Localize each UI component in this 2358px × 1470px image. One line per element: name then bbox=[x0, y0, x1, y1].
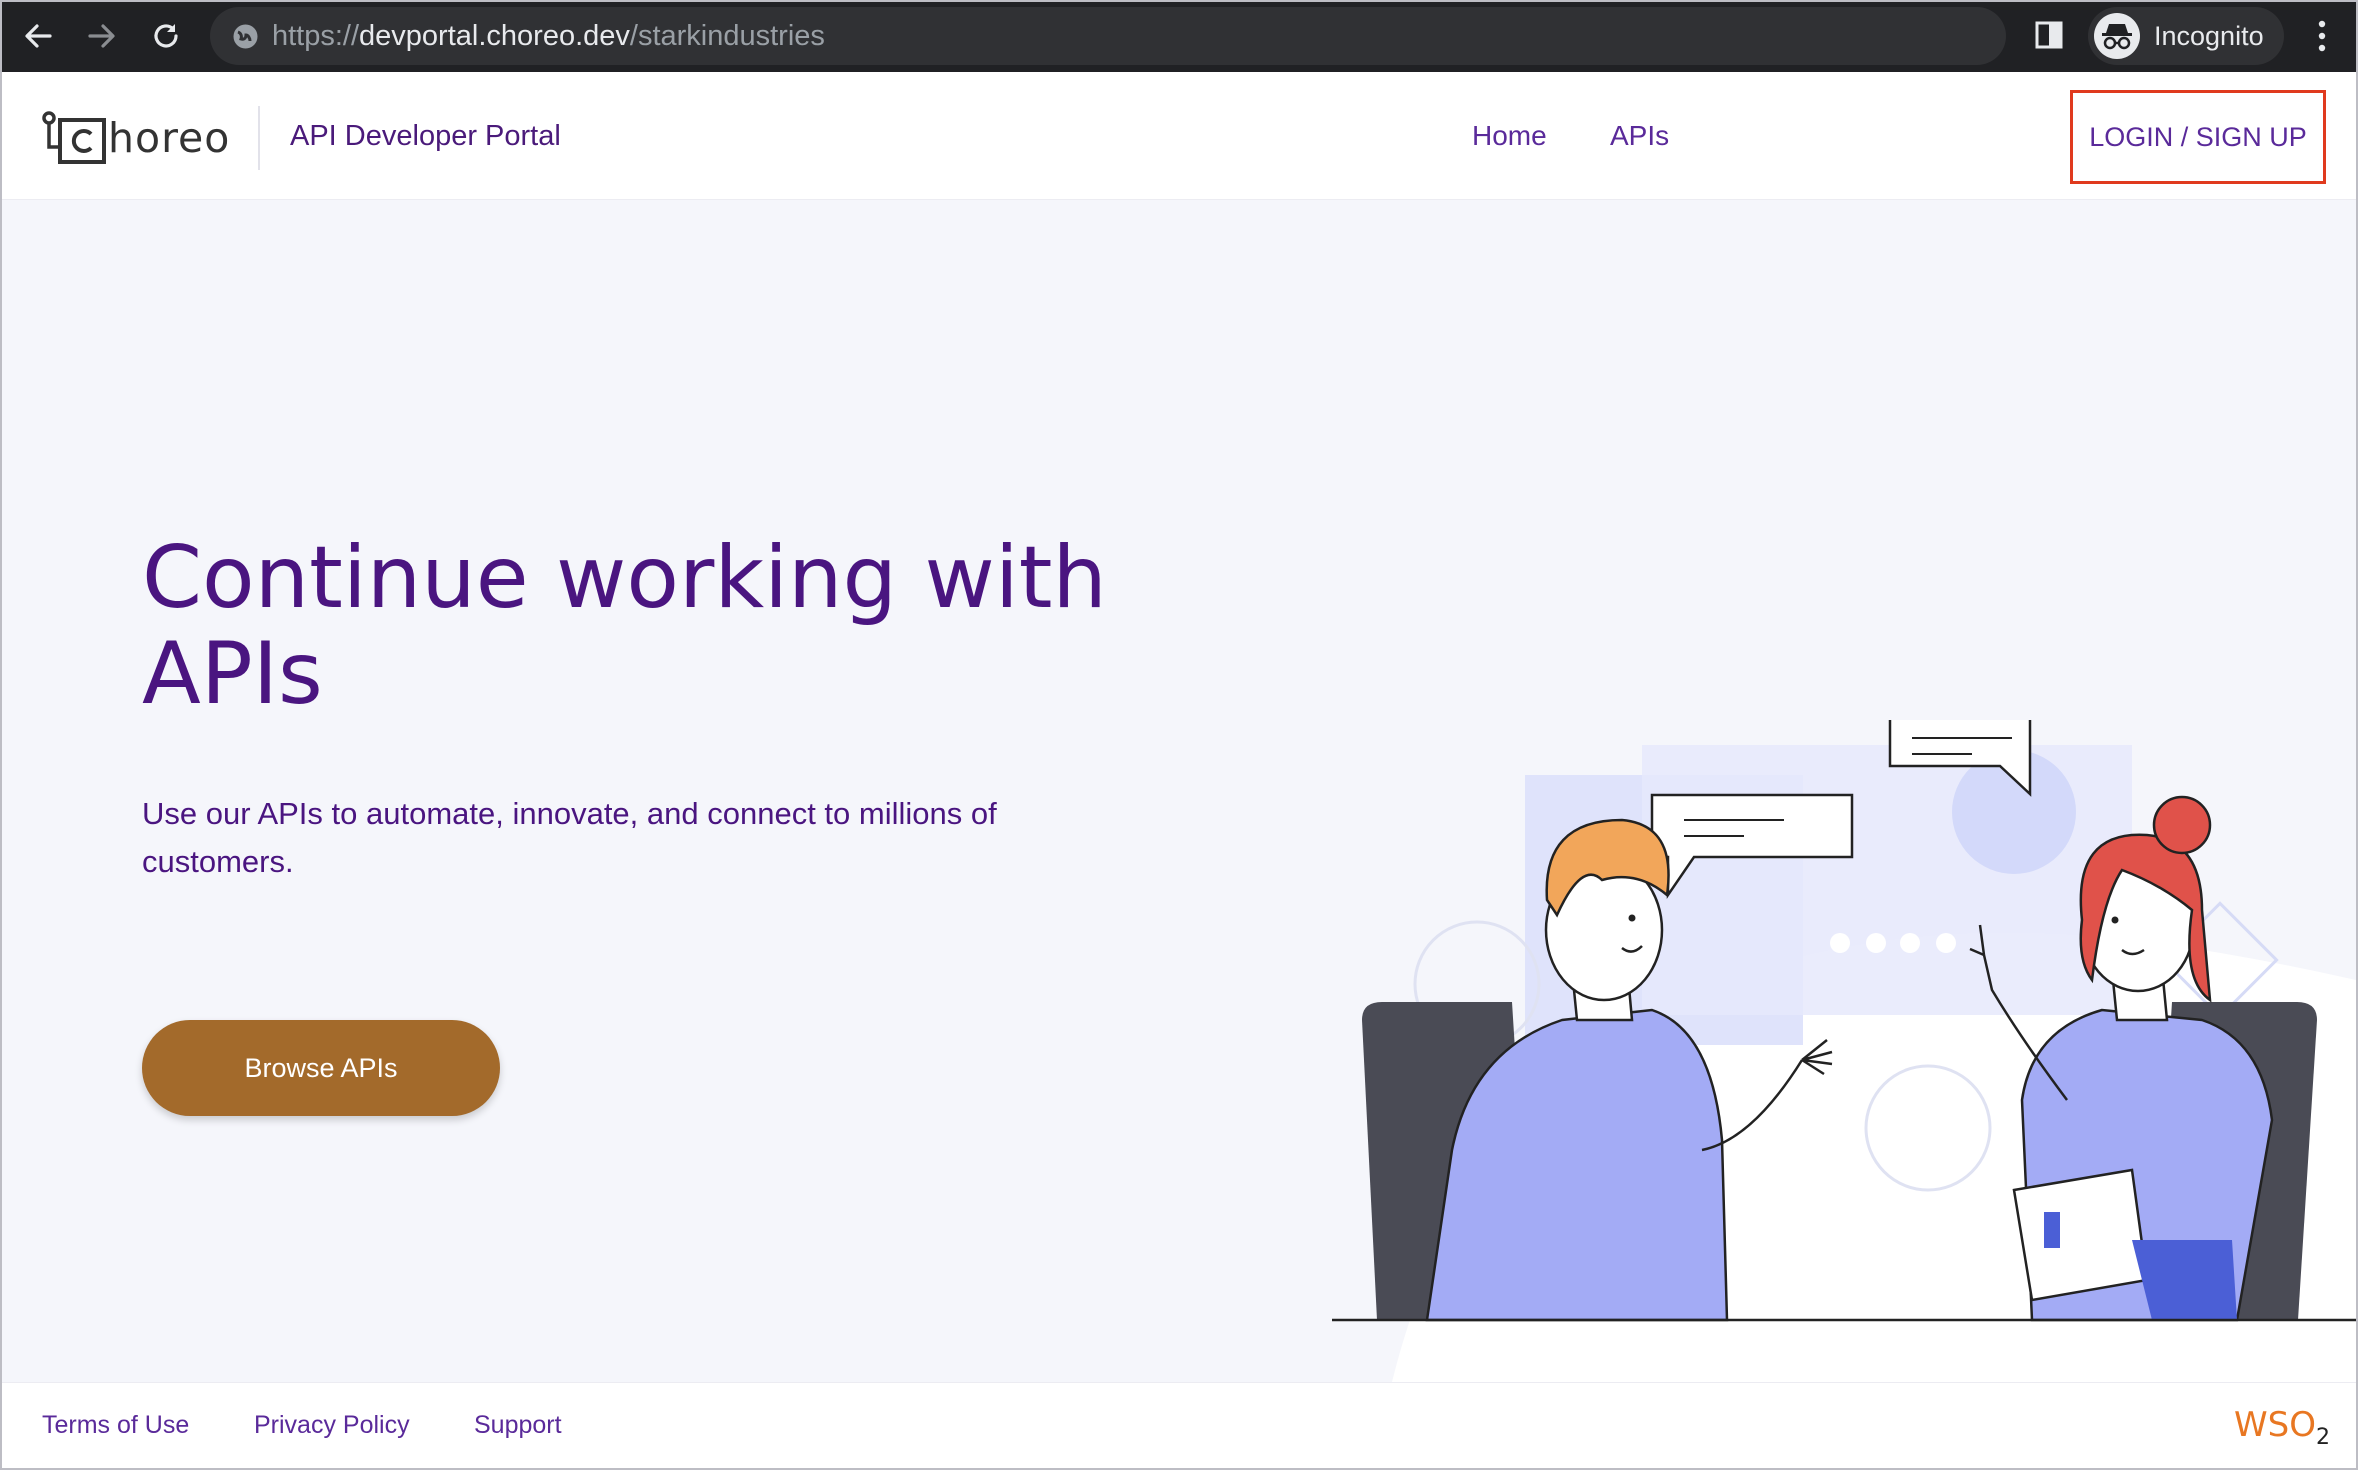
url-path: /starkindustries bbox=[629, 19, 825, 52]
wso2-brand-sub: 2 bbox=[2315, 1424, 2330, 1450]
collaboration-illustration bbox=[1332, 720, 2356, 1382]
incognito-indicator[interactable]: Incognito bbox=[2088, 7, 2284, 65]
nav-apis-link[interactable]: APIs bbox=[1610, 120, 1669, 152]
choreo-logo[interactable]: horeo bbox=[42, 110, 230, 166]
site-info-icon[interactable] bbox=[232, 23, 259, 50]
terms-of-use-link[interactable]: Terms of Use bbox=[42, 1411, 189, 1440]
incognito-label: Incognito bbox=[2154, 20, 2264, 51]
wso2-brand: WSO bbox=[2234, 1405, 2316, 1445]
address-bar[interactable]: https://devportal.choreo.dev/starkindust… bbox=[210, 7, 2006, 65]
choreo-logo-mark bbox=[42, 111, 106, 164]
url-scheme: https:// bbox=[272, 19, 360, 52]
incognito-icon bbox=[2094, 13, 2140, 59]
browse-apis-button[interactable]: Browse APIs bbox=[142, 1020, 500, 1116]
hero-section: Continue working with APIs Use our APIs … bbox=[2, 200, 2356, 1382]
portal-header: horeo API Developer Portal Home APIs LOG… bbox=[2, 72, 2356, 200]
support-link[interactable]: Support bbox=[474, 1411, 562, 1440]
logo-text: horeo bbox=[108, 114, 231, 162]
forward-arrow-icon[interactable] bbox=[78, 12, 126, 60]
nav-home-link[interactable]: Home bbox=[1472, 120, 1547, 152]
login-signup-button[interactable]: LOGIN / SIGN UP bbox=[2070, 90, 2326, 184]
page-footer: Terms of Use Privacy Policy Support WSO2 bbox=[2, 1382, 2356, 1468]
header-divider bbox=[258, 106, 260, 170]
hero-title: Continue working with APIs bbox=[142, 528, 1107, 724]
wso2-logo: WSO2 bbox=[2234, 1405, 2330, 1450]
hero-subtitle: Use our APIs to automate, innovate, and … bbox=[142, 796, 997, 879]
back-arrow-icon[interactable] bbox=[14, 12, 62, 60]
browser-toolbar: https://devportal.choreo.dev/starkindust… bbox=[0, 0, 2358, 72]
privacy-policy-link[interactable]: Privacy Policy bbox=[254, 1411, 410, 1440]
side-panel-icon[interactable] bbox=[2034, 20, 2064, 50]
url-host: devportal.choreo.dev bbox=[359, 19, 630, 52]
reload-icon[interactable] bbox=[142, 12, 190, 60]
more-menu-icon[interactable] bbox=[2312, 18, 2332, 54]
portal-title: API Developer Portal bbox=[290, 120, 561, 152]
